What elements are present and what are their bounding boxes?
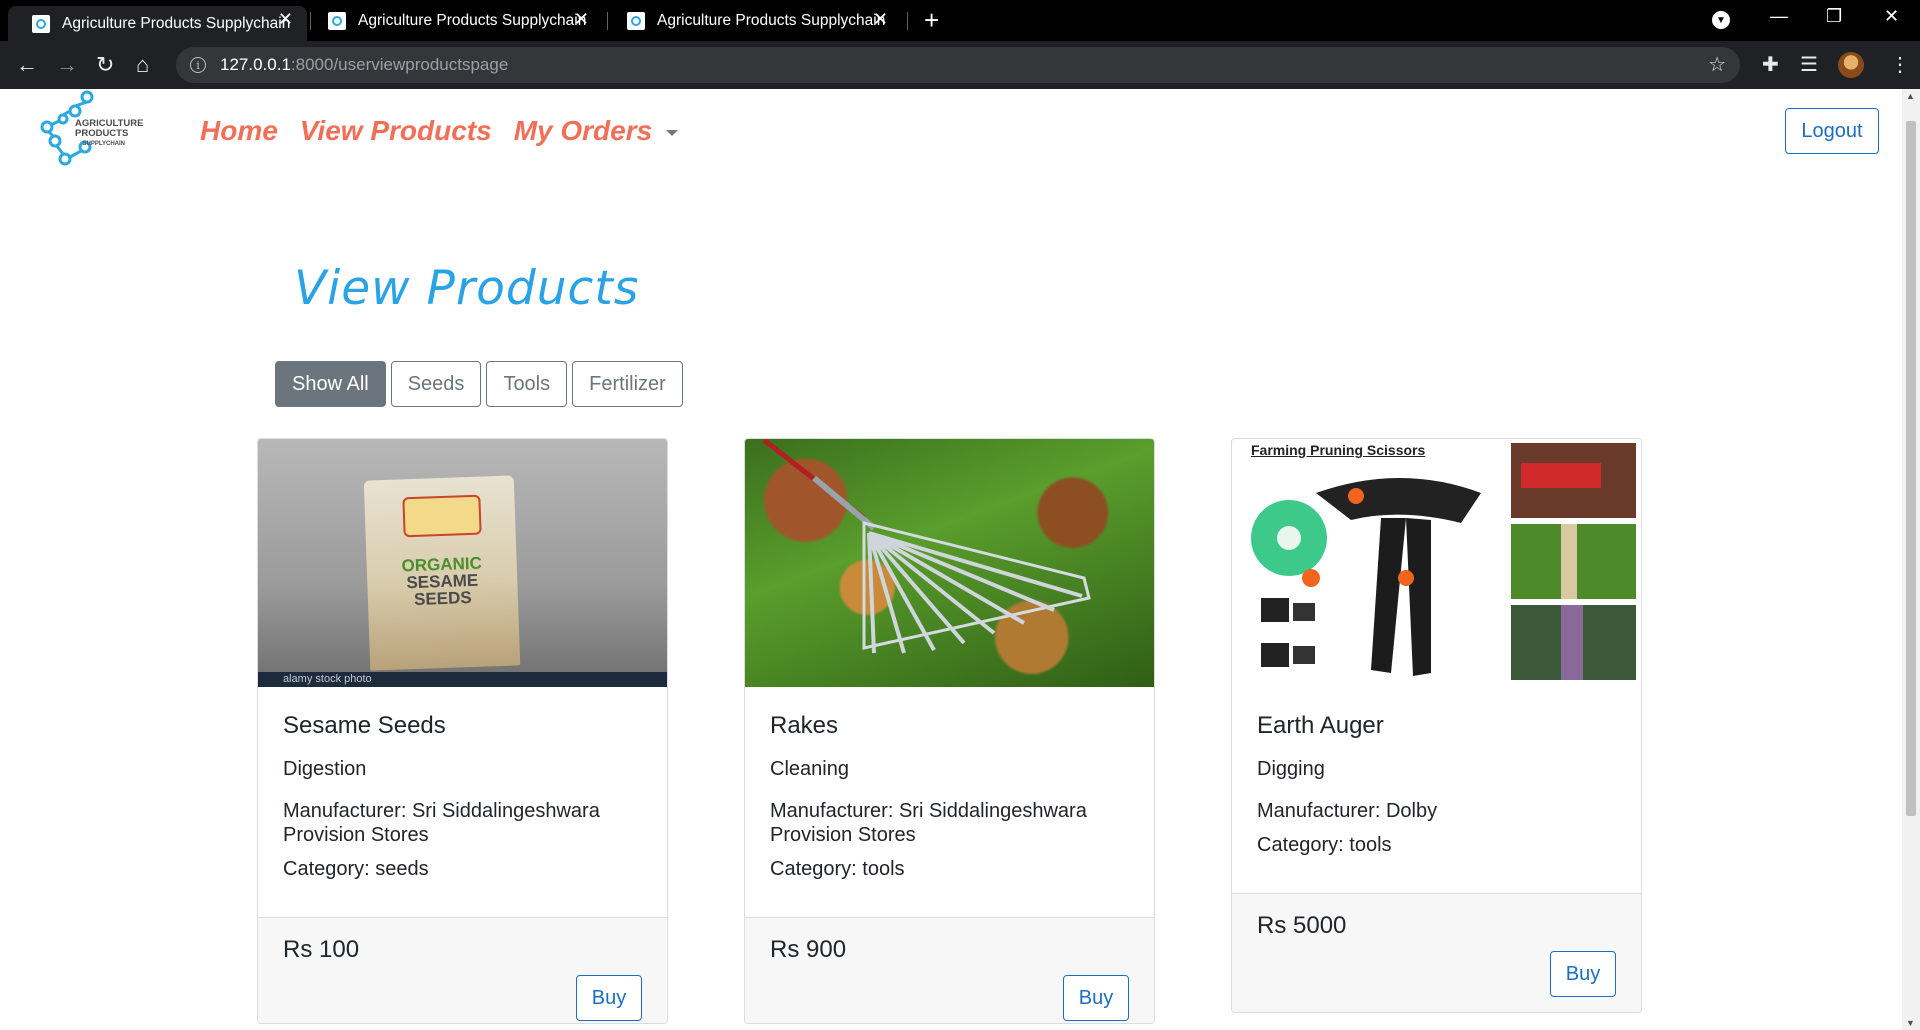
address-bar[interactable]: i 127.0.0.1:8000/userviewproductspage ☆	[176, 47, 1740, 83]
manufacturer-line-2: Provision Stores	[770, 824, 916, 846]
back-arrow-icon[interactable]: ←	[16, 51, 38, 79]
close-tab-icon[interactable]: ✕	[278, 9, 293, 30]
product-price: Rs 100	[283, 936, 360, 963]
browser-tab-2[interactable]: Agriculture Products Supplychain ✕	[304, 6, 603, 35]
logo-wordmark: AGRICULTURE PRODUCTS SUPPLYCHAIN	[75, 119, 143, 149]
tab-search-dropdown-icon[interactable]: ▼	[1712, 11, 1730, 29]
card-body: Earth Auger Digging Manufacturer: Dolby …	[1232, 686, 1641, 857]
site-favicon-icon	[32, 14, 50, 33]
site-logo[interactable]: AGRICULTURE PRODUCTS SUPPLYCHAIN	[35, 89, 155, 169]
close-tab-icon[interactable]: ✕	[574, 9, 589, 30]
url-path: :8000/userviewproductspage	[290, 55, 509, 74]
scroll-down-arrow-icon[interactable]: ▼	[1906, 1018, 1915, 1028]
category-filter-group: Show All Seeds Tools Fertilizer	[275, 361, 683, 407]
browser-tab-1[interactable]: Agriculture Products Supplychain ✕	[8, 6, 307, 41]
main-navigation: Home View Products My Orders	[200, 115, 679, 147]
product-description: Digestion	[283, 758, 367, 780]
browser-toolbar: ← → ↻ ⌂ i 127.0.0.1:8000/userviewproduct…	[0, 41, 1920, 89]
url-host: 127.0.0.1	[220, 55, 291, 74]
close-tab-icon[interactable]: ✕	[873, 9, 888, 30]
site-favicon-icon	[328, 11, 346, 30]
product-manufacturer: Manufacturer: Sri Siddalingeshwara Provi…	[283, 799, 642, 847]
browser-tab-3[interactable]: Agriculture Products Supplychain ✕	[603, 6, 902, 35]
product-manufacturer: Manufacturer: Dolby	[1257, 800, 1438, 822]
rake-illustration	[762, 439, 1091, 654]
logout-button[interactable]: Logout	[1785, 108, 1879, 154]
filter-seeds-button[interactable]: Seeds	[390, 361, 482, 407]
browser-tab-strip: Agriculture Products Supplychain ✕ Agric…	[0, 0, 1920, 41]
tab-title: Agriculture Products Supplychain	[657, 11, 886, 29]
scroll-up-arrow-icon[interactable]: ▲	[1906, 91, 1915, 101]
caret-down-icon	[666, 129, 679, 136]
product-price: Rs 5000	[1257, 912, 1347, 939]
package-line-3-text: SEEDS	[413, 587, 473, 609]
filter-tools-button[interactable]: Tools	[486, 361, 568, 407]
product-name: Earth Auger	[1257, 712, 1384, 739]
logo-line-3: SUPPLYCHAIN	[82, 141, 125, 147]
site-favicon-icon	[627, 11, 645, 30]
tab-separator	[907, 12, 908, 30]
restore-window-icon[interactable]: ❐	[1826, 6, 1842, 27]
site-info-icon[interactable]: i	[190, 57, 206, 73]
reload-icon[interactable]: ↻	[96, 51, 114, 79]
card-footer: Rs 900 Buy	[745, 917, 1154, 1023]
pruning-scissors-illustration	[1251, 443, 1636, 680]
nav-my-orders-dropdown[interactable]: My Orders	[514, 115, 679, 147]
product-image-sesame-seeds: ORGANIC SESAME SEEDS alamy stock photo	[258, 439, 667, 687]
forward-arrow-icon[interactable]: →	[56, 51, 78, 79]
page-heading: View Products	[294, 261, 640, 316]
profile-avatar[interactable]	[1838, 52, 1864, 78]
browser-menu-icon[interactable]: ⋮	[1890, 52, 1910, 77]
product-price: Rs 900	[770, 936, 847, 963]
scrollbar-thumb[interactable]	[1906, 121, 1916, 816]
product-name: Rakes	[770, 712, 839, 739]
manufacturer-line-1: Manufacturer: Sri Siddalingeshwara	[283, 800, 600, 822]
card-footer: Rs 5000 Buy	[1232, 893, 1641, 1012]
product-image-rakes	[745, 439, 1154, 687]
manufacturer-line-2: Provision Stores	[283, 824, 429, 846]
product-card: Farming Pruning Scissors Earth Auger Dig…	[1231, 438, 1642, 1013]
product-image-earth-auger: Farming Pruning Scissors	[1232, 439, 1641, 687]
product-card: ORGANIC SESAME SEEDS alamy stock photo S…	[257, 438, 668, 1024]
card-footer: Rs 100 Buy	[258, 917, 667, 1023]
tab-title: Agriculture Products Supplychain	[62, 14, 291, 32]
buy-button[interactable]: Buy	[1550, 951, 1616, 997]
card-body: Sesame Seeds Digestion Manufacturer: Sri…	[258, 686, 667, 881]
extensions-puzzle-icon[interactable]: ✚	[1762, 52, 1779, 77]
manufacturer-line-1: Manufacturer: Sri Siddalingeshwara	[770, 800, 1087, 822]
product-card: Rakes Cleaning Manufacturer: Sri Siddali…	[744, 438, 1155, 1024]
bookmark-star-icon[interactable]: ☆	[1708, 52, 1726, 77]
nav-home-link[interactable]: Home	[200, 115, 278, 147]
product-category: Category: tools	[1257, 834, 1392, 856]
close-window-icon[interactable]: ✕	[1884, 6, 1899, 27]
buy-button[interactable]: Buy	[1063, 975, 1129, 1021]
product-category: Category: seeds	[283, 858, 429, 880]
product-category: Category: tools	[770, 858, 905, 880]
filter-fertilizer-button[interactable]: Fertilizer	[572, 361, 683, 407]
product-description: Digging	[1257, 758, 1325, 780]
filter-show-all-button[interactable]: Show All	[275, 361, 386, 407]
page-scrollbar[interactable]: ▲ ▼	[1902, 89, 1920, 1030]
minimize-icon[interactable]: —	[1770, 6, 1788, 27]
home-icon[interactable]: ⌂	[136, 51, 149, 79]
product-manufacturer: Manufacturer: Sri Siddalingeshwara Provi…	[770, 799, 1129, 847]
web-page: AGRICULTURE PRODUCTS SUPPLYCHAIN Home Vi…	[0, 89, 1902, 1030]
stock-photo-watermark: alamy stock photo	[258, 672, 667, 687]
tab-title: Agriculture Products Supplychain	[358, 11, 587, 29]
logo-line-2: PRODUCTS	[75, 128, 129, 139]
new-tab-plus-icon[interactable]: +	[924, 6, 939, 34]
product-description: Cleaning	[770, 758, 849, 780]
card-body: Rakes Cleaning Manufacturer: Sri Siddali…	[745, 686, 1154, 881]
nav-view-products-link[interactable]: View Products	[300, 115, 492, 147]
nav-my-orders-label: My Orders	[513, 115, 653, 146]
product-name: Sesame Seeds	[283, 712, 446, 739]
media-queue-icon[interactable]: ☰	[1800, 52, 1818, 77]
buy-button[interactable]: Buy	[576, 975, 642, 1021]
